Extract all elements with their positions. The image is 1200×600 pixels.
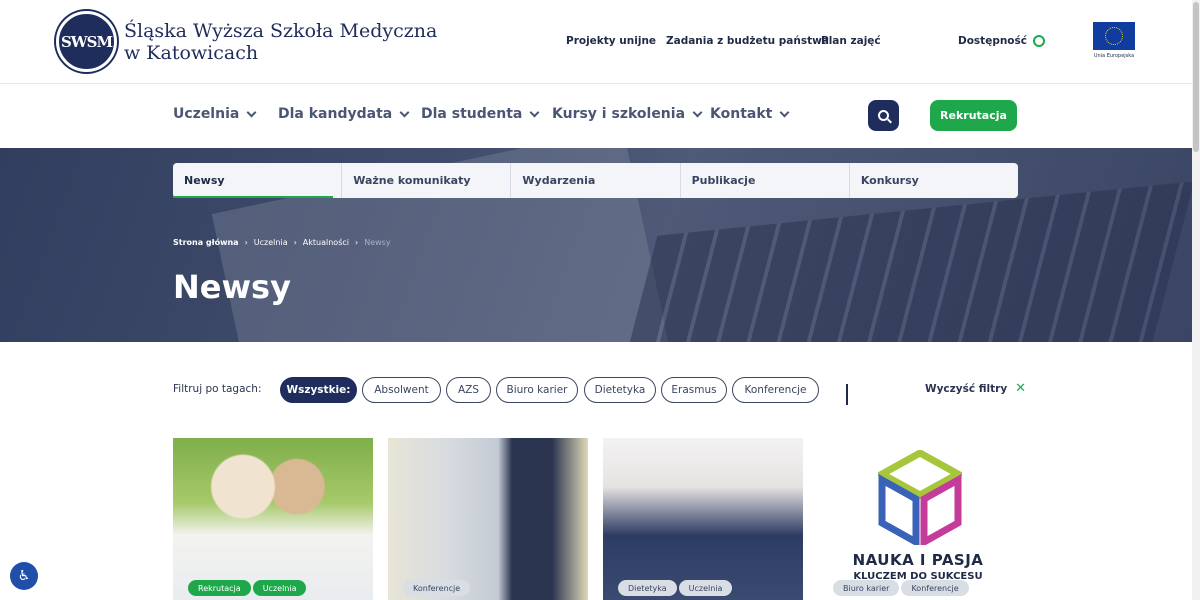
hero-banner: Newsy Ważne komunikaty Wydarzenia Publik… (0, 148, 1192, 342)
breadcrumb-uczelnia[interactable]: Uczelnia (254, 238, 288, 247)
sun-icon (1033, 35, 1045, 47)
clear-filters-button[interactable]: Wyczyść filtry ✕ (925, 381, 1027, 396)
tab-publikacje[interactable]: Publikacje (681, 163, 850, 198)
scrollbar[interactable] (1192, 0, 1200, 600)
news-card[interactable]: NAUKA I PASJA KLUCZEM DO SUKCESU Biuro k… (818, 438, 1018, 600)
scrollbar-thumb[interactable] (1193, 2, 1199, 152)
accessibility-toggle[interactable]: Dostępność (958, 35, 1045, 47)
tag-badge[interactable]: Rekrutacja (188, 580, 251, 596)
more-tags-button[interactable] (843, 384, 853, 405)
breadcrumb-separator: › (355, 238, 359, 247)
breadcrumb-separator: › (244, 238, 248, 247)
news-card-tags: Biuro karier Konferencje (833, 580, 969, 596)
tag-badge[interactable]: Uczelnia (678, 580, 733, 596)
tag-filter-dietetyka[interactable]: Dietetyka (584, 377, 656, 403)
nav-item-kontakt[interactable]: Kontakt (710, 106, 790, 122)
tab-wydarzenia[interactable]: Wydarzenia (511, 163, 681, 198)
tag-badge[interactable]: Konferencje (901, 580, 969, 596)
news-card-tags: Konferencje (403, 580, 471, 596)
nav-item-dla-kandydata[interactable]: Dla kandydata (278, 106, 410, 122)
tag-badge[interactable]: Konferencje (403, 580, 471, 596)
tag-filter-absolwent[interactable]: Absolwent (362, 377, 441, 403)
tag-filter-azs[interactable]: AZS (446, 377, 491, 403)
tab-newsy[interactable]: Newsy (173, 163, 343, 198)
search-button[interactable] (868, 100, 899, 131)
tag-filter-erasmus[interactable]: Erasmus (661, 377, 727, 403)
eu-logo: Unia Europejska (1093, 22, 1135, 60)
tab-wazne-komunikaty[interactable]: Ważne komunikaty (342, 163, 512, 198)
school-name-line2: w Katowicach (124, 42, 259, 64)
breadcrumb-separator: › (293, 238, 297, 247)
link-plan-zajec[interactable]: Plan zajęć (821, 35, 881, 47)
nav-item-label: Kontakt (710, 106, 773, 122)
tag-badge[interactable]: Biuro karier (833, 580, 900, 596)
chevron-down-icon (529, 107, 540, 117)
chevron-down-icon (246, 107, 257, 117)
news-card-image (388, 438, 588, 600)
eu-label: Unia Europejska (1093, 53, 1135, 59)
cube-logo-icon (878, 450, 962, 545)
tab-konkursy[interactable]: Konkursy (850, 163, 1018, 198)
breadcrumb-home[interactable]: Strona główna (173, 238, 239, 247)
news-card-image: NAUKA I PASJA KLUCZEM DO SUKCESU (818, 438, 1018, 600)
eu-flag-icon (1093, 22, 1135, 50)
nav-item-label: Dla kandydata (278, 106, 393, 122)
accessibility-label: Dostępność (958, 35, 1027, 47)
tag-filter-konferencje[interactable]: Konferencje (732, 377, 819, 403)
chevron-down-icon (692, 107, 703, 117)
news-card-image (173, 438, 373, 600)
school-name[interactable]: Śląska Wyższa Szkoła Medyczna w Katowica… (124, 20, 437, 64)
close-icon: ✕ (1015, 381, 1027, 396)
tag-badge[interactable]: Dietetyka (618, 580, 677, 596)
search-icon (878, 110, 889, 121)
chevron-down-icon (399, 107, 410, 117)
nav-item-kursy[interactable]: Kursy i szkolenia (552, 106, 703, 122)
accessibility-widget-button[interactable]: ♿ (10, 562, 38, 590)
clear-filters-label: Wyczyść filtry (925, 383, 1008, 395)
news-card[interactable]: Konferencje (388, 438, 588, 600)
news-card-tags: Rekrutacja Uczelnia (188, 580, 307, 596)
news-card-tags: Dietetyka Uczelnia (618, 580, 733, 596)
news-tabs: Newsy Ważne komunikaty Wydarzenia Publik… (173, 163, 1018, 198)
news-card-image (603, 438, 803, 600)
nav-item-uczelnia[interactable]: Uczelnia (173, 106, 257, 122)
nav-item-dla-studenta[interactable]: Dla studenta (421, 106, 540, 122)
breadcrumb: Strona główna › Uczelnia › Aktualności › Ne… (173, 238, 391, 247)
top-bar: SWSM Śląska Wyższa Szkoła Medyczna w Kat… (0, 0, 1192, 84)
chevron-down-icon (846, 384, 848, 405)
logo-text: SWSM (60, 32, 113, 51)
breadcrumb-current: Newsy (364, 238, 391, 247)
nav-item-label: Dla studenta (421, 106, 523, 122)
tag-filter-biuro-karier[interactable]: Biuro karier (496, 377, 578, 403)
news-card[interactable]: Dietetyka Uczelnia (603, 438, 803, 600)
tag-badge[interactable]: Uczelnia (252, 580, 307, 596)
accessibility-icon: ♿ (17, 568, 31, 584)
page-title: Newsy (173, 268, 291, 306)
main-nav: Uczelnia Dla kandydata Dla studenta Kurs… (0, 84, 1192, 148)
recruitment-button[interactable]: Rekrutacja (930, 100, 1017, 131)
nav-item-label: Kursy i szkolenia (552, 106, 686, 122)
nav-item-label: Uczelnia (173, 106, 240, 122)
link-zadania-z-budzetu[interactable]: Zadania z budżetu państwa (666, 35, 829, 47)
breadcrumb-aktualnosci[interactable]: Aktualności (303, 238, 349, 247)
filter-label: Filtruj po tagach: (173, 383, 262, 395)
card-image-headline: NAUKA I PASJA (852, 551, 984, 569)
link-projekty-unijne[interactable]: Projekty unijne (566, 35, 656, 47)
school-logo[interactable]: SWSM (56, 11, 117, 72)
news-card[interactable]: Rekrutacja Uczelnia (173, 438, 373, 600)
chevron-down-icon (779, 107, 790, 117)
tag-filter-wszystkie[interactable]: Wszystkie: (280, 377, 357, 403)
school-name-line1: Śląska Wyższa Szkoła Medyczna (124, 20, 438, 42)
